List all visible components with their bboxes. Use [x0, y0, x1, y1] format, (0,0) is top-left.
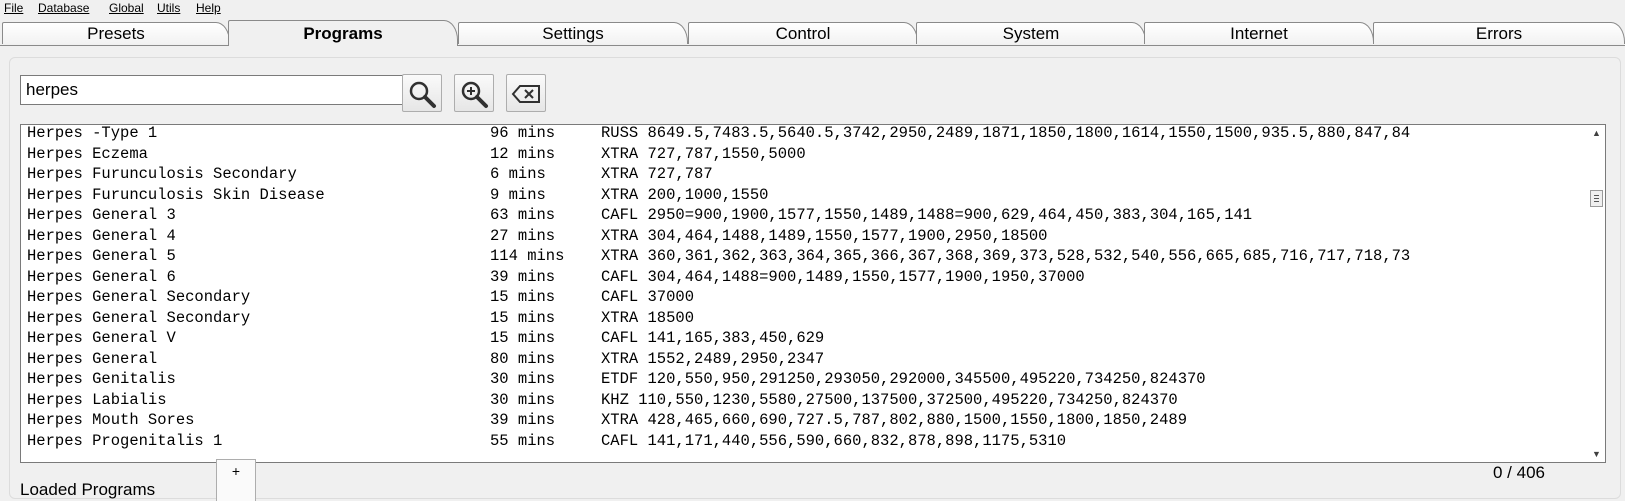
program-name: Herpes General — [27, 349, 158, 368]
program-frequencies: XTRA 727,787 — [601, 165, 713, 183]
vertical-scrollbar[interactable]: ▲ ▼ — [1587, 125, 1605, 462]
tab-internet[interactable]: Internet — [1144, 22, 1374, 44]
menu-bar: File Database Global Utils Help — [0, 0, 1625, 18]
program-name: Herpes General 6 — [27, 267, 176, 286]
program-duration: 114 mins — [490, 247, 565, 265]
program-frequencies: KHZ 110,550,1230,5580,27500,137500,37250… — [601, 390, 1178, 409]
zoom-in-button[interactable] — [454, 74, 494, 112]
program-name: Herpes General V — [27, 329, 176, 347]
menu-help[interactable]: Help — [196, 1, 221, 15]
program-list[interactable]: Herpes -Type 1 96 mins RUSS 8649.5,7483.5,… — [20, 124, 1606, 463]
program-duration: 63 mins — [490, 206, 556, 224]
scroll-down-arrow-icon[interactable]: ▼ — [1588, 446, 1605, 462]
program-frequencies: XTRA 727,787,1550,5000 — [601, 144, 806, 163]
scroll-up-arrow-icon[interactable]: ▲ — [1588, 125, 1605, 141]
tab-errors[interactable]: Errors — [1373, 22, 1625, 44]
program-duration: 15 mins — [490, 288, 556, 306]
result-counter: 0 / 406 — [1493, 463, 1545, 482]
search-button[interactable] — [402, 74, 442, 112]
tab-system[interactable]: System — [916, 22, 1146, 44]
program-duration: 96 mins — [490, 124, 556, 142]
clear-search-button[interactable] — [506, 74, 546, 112]
program-duration: 30 mins — [490, 390, 556, 409]
program-name: Herpes -Type 1 — [27, 124, 158, 142]
program-frequencies: CAFL 141,171,440,556,590,660,832,878,898… — [601, 431, 1067, 450]
program-name: Herpes Labialis — [27, 390, 167, 409]
menu-utils[interactable]: Utils — [157, 1, 180, 15]
program-frequencies: XTRA 1552,2489,2950,2347 — [601, 349, 825, 368]
program-name: Herpes General 3 — [27, 206, 176, 224]
program-duration: 30 mins — [490, 370, 556, 388]
program-duration: 12 mins — [490, 144, 556, 163]
tab-programs[interactable]: Programs — [228, 20, 458, 46]
program-duration: 27 mins — [490, 226, 556, 245]
program-name: Herpes General 4 — [27, 226, 176, 245]
program-frequencies: RUSS 8649.5,7483.5,5640.5,3742,2950,2489… — [601, 124, 1411, 142]
program-duration: 80 mins — [490, 349, 556, 368]
program-frequencies: ETDF 120,550,950,291250,293050,292000,34… — [601, 370, 1206, 388]
program-frequencies: CAFL 2950=900,1900,1577,1550,1489,1488=9… — [601, 206, 1253, 224]
program-name: Herpes General Secondary — [27, 308, 251, 327]
program-duration: 39 mins — [490, 267, 556, 286]
program-name: Herpes Furunculosis Skin Disease — [27, 185, 325, 204]
program-name: Herpes Mouth Sores — [27, 411, 195, 429]
program-frequencies: XTRA 428,465,660,690,727.5,787,802,880,1… — [601, 411, 1187, 429]
program-duration: 55 mins — [490, 431, 556, 450]
program-name: Herpes Genitalis — [27, 370, 176, 388]
program-frequencies: XTRA 18500 — [601, 308, 695, 327]
program-frequencies: CAFL 141,165,383,450,629 — [601, 329, 825, 347]
program-duration: 39 mins — [490, 411, 556, 429]
scroll-thumb[interactable] — [1590, 190, 1603, 207]
menu-global[interactable]: Global — [109, 1, 144, 15]
tab-bar: Presets Programs Settings Control System… — [0, 20, 1625, 46]
program-duration: 15 mins — [490, 308, 556, 327]
program-frequencies: XTRA 200,1000,1550 — [601, 185, 769, 204]
program-duration: 9 mins — [490, 185, 546, 204]
program-frequencies: CAFL 37000 — [601, 288, 695, 306]
program-frequencies: CAFL 304,464,1488=900,1489,1550,1577,190… — [601, 267, 1085, 286]
program-frequencies: XTRA 304,464,1488,1489,1550,1577,1900,29… — [601, 226, 1048, 245]
tab-presets[interactable]: Presets — [2, 22, 230, 44]
tab-settings[interactable]: Settings — [458, 22, 688, 44]
tab-control[interactable]: Control — [688, 22, 918, 44]
program-name: Herpes Furunculosis Secondary — [27, 165, 297, 183]
program-name: Herpes General 5 — [27, 247, 176, 265]
program-duration: 6 mins — [490, 165, 546, 183]
program-frequencies: XTRA 360,361,362,363,364,365,366,367,368… — [601, 247, 1411, 265]
program-duration: 15 mins — [490, 329, 556, 347]
program-name: Herpes Progenitalis 1 — [27, 431, 223, 450]
menu-file[interactable]: File — [4, 1, 23, 15]
program-name: Herpes Eczema — [27, 144, 148, 163]
add-tab-button[interactable]: + — [216, 459, 256, 501]
program-name: Herpes General Secondary — [27, 288, 251, 306]
search-input[interactable] — [20, 75, 404, 105]
loaded-programs-label: Loaded Programs — [20, 480, 156, 499]
menu-database[interactable]: Database — [38, 1, 89, 15]
